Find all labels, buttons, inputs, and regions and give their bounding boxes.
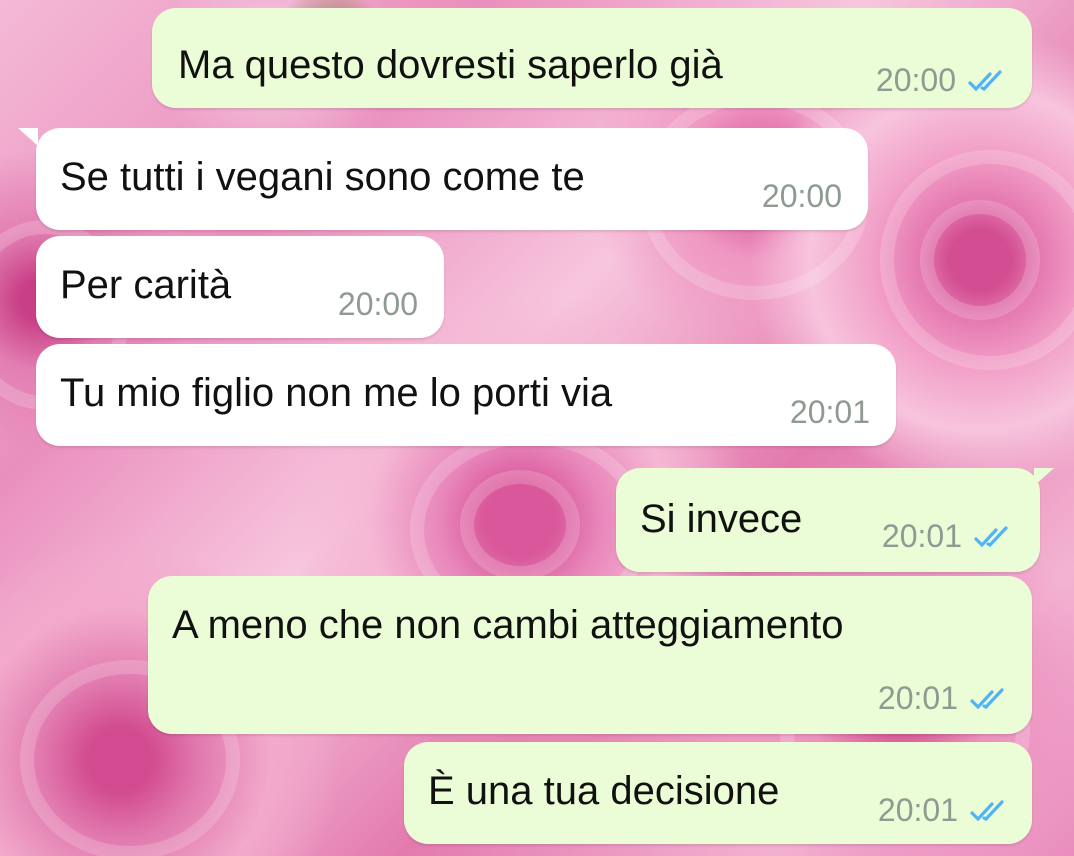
message-text: Ma questo dovresti saperlo già xyxy=(178,43,723,87)
rose-petal-shape xyxy=(460,470,580,580)
bubble-tail xyxy=(18,128,38,146)
message-timestamp: 20:00 xyxy=(875,62,956,98)
message-meta: 20:01 xyxy=(878,792,1012,829)
message-timestamp: 20:01 xyxy=(877,792,958,828)
message-timestamp: 20:00 xyxy=(337,286,418,322)
message-timestamp: 20:01 xyxy=(881,518,962,554)
double-check-icon xyxy=(966,68,1010,94)
message-timestamp: 20:01 xyxy=(877,680,958,716)
message-text: Tu mio figlio non me lo porti via xyxy=(60,371,613,415)
double-check-icon xyxy=(968,798,1012,824)
message-meta: 20:01 xyxy=(878,680,1012,717)
message-meta: 20:00 xyxy=(876,62,1010,99)
double-check-icon xyxy=(972,524,1016,550)
message-bubble-outgoing[interactable]: Ma questo dovresti saperlo già 20:00 xyxy=(152,8,1032,108)
message-bubble-outgoing[interactable]: È una tua decisione 20:01 xyxy=(404,742,1032,844)
rose-petal-shape xyxy=(920,200,1040,320)
message-bubble-incoming[interactable]: Tu mio figlio non me lo porti via 20:01 xyxy=(36,344,896,446)
message-timestamp: 20:00 xyxy=(761,178,842,214)
message-meta: 20:01 xyxy=(790,394,870,431)
message-bubble-outgoing[interactable]: Si invece 20:01 xyxy=(616,468,1040,572)
message-meta: 20:00 xyxy=(338,286,418,323)
message-text: Si invece xyxy=(640,497,803,541)
double-check-icon xyxy=(968,686,1012,712)
message-timestamp: 20:01 xyxy=(789,394,870,430)
message-text: A meno che non cambi atteggiamento xyxy=(172,603,844,647)
message-text: Se tutti i vegani sono come te xyxy=(60,155,585,199)
message-bubble-incoming[interactable]: Per carità 20:00 xyxy=(36,236,444,338)
message-bubble-outgoing[interactable]: A meno che non cambi atteggiamento 20:01 xyxy=(148,576,1032,734)
message-meta: 20:00 xyxy=(762,178,842,215)
message-text: Per carità xyxy=(60,263,232,307)
message-bubble-incoming[interactable]: Se tutti i vegani sono come te 20:00 xyxy=(36,128,868,230)
message-text: È una tua decisione xyxy=(428,769,780,813)
message-meta: 20:01 xyxy=(882,518,1016,555)
